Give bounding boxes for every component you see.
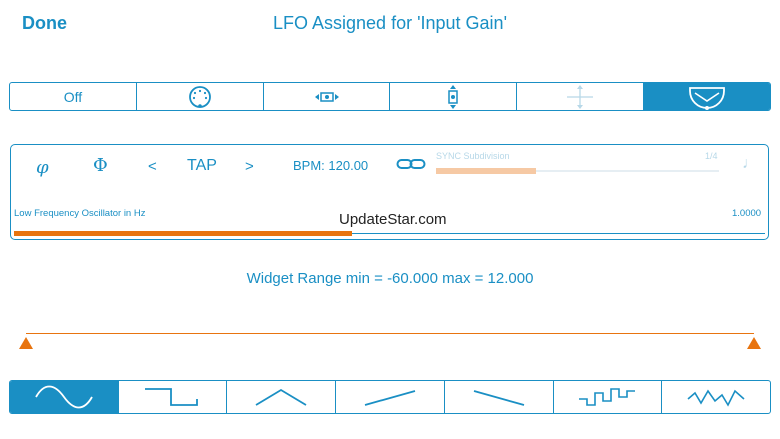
phase-button[interactable]: Φ <box>93 155 108 176</box>
tap-button[interactable]: TAP <box>187 157 217 175</box>
sync-subdivision-label: SYNC Subdivision <box>436 151 510 161</box>
range-max-handle[interactable] <box>747 337 761 349</box>
random-smooth-icon <box>687 389 745 407</box>
horizontal-move-icon <box>314 91 339 102</box>
link-icon <box>396 159 426 169</box>
waveform-random-steps-button[interactable] <box>554 381 663 413</box>
mode-off-label: Off <box>63 88 83 105</box>
arc-dial-icon <box>689 86 725 110</box>
mode-xy-button[interactable] <box>517 83 645 110</box>
waveform-triangle-button[interactable] <box>227 381 337 413</box>
next-button[interactable]: > <box>245 158 254 175</box>
range-min-handle[interactable] <box>19 337 33 349</box>
waveform-selector <box>9 380 771 414</box>
sine-wave-icon <box>35 385 93 409</box>
mode-dial-button[interactable] <box>137 83 264 110</box>
mode-off-button[interactable]: Off <box>10 83 137 110</box>
prev-button[interactable]: < <box>148 158 157 175</box>
mode-vertical-button[interactable] <box>390 83 518 110</box>
dial-icon <box>188 85 211 108</box>
page-title: LFO Assigned for 'Input Gain' <box>273 13 507 33</box>
mode-horizontal-button[interactable] <box>264 83 391 110</box>
frequency-value: 1.0000 <box>732 208 762 219</box>
xy-move-icon <box>567 84 594 109</box>
ramp-up-icon <box>364 390 416 406</box>
link-button[interactable] <box>396 156 426 177</box>
waveform-ramp-down-button[interactable] <box>445 381 554 413</box>
range-slider-track <box>26 333 754 334</box>
frequency-label: Low Frequency Oscillator in Hz <box>14 208 146 219</box>
frequency-slider-fill <box>14 231 352 236</box>
mode-selector: Off <box>9 82 771 111</box>
note-icon: ♩ <box>742 155 758 172</box>
waveform-sine-button[interactable] <box>10 381 119 413</box>
vertical-move-icon <box>448 84 459 109</box>
widget-range-text: Widget Range min = -60.000 max = 12.000 <box>246 270 534 287</box>
random-steps-icon <box>579 388 636 406</box>
square-wave-icon <box>144 388 198 406</box>
sync-subdivision-fill <box>436 168 536 174</box>
watermark: UpdateStar.com <box>339 211 447 228</box>
bpm-readout: BPM: 120.00 <box>293 158 369 173</box>
ramp-down-icon <box>473 390 524 406</box>
triangle-wave-icon <box>255 388 307 406</box>
mode-arc-button[interactable] <box>644 83 770 110</box>
phase-reset-button[interactable]: φ <box>36 157 49 178</box>
waveform-ramp-up-button[interactable] <box>336 381 445 413</box>
waveform-random-smooth-button[interactable] <box>662 381 770 413</box>
waveform-square-button[interactable] <box>119 381 228 413</box>
sync-subdivision-value: 1/4 <box>705 151 718 161</box>
